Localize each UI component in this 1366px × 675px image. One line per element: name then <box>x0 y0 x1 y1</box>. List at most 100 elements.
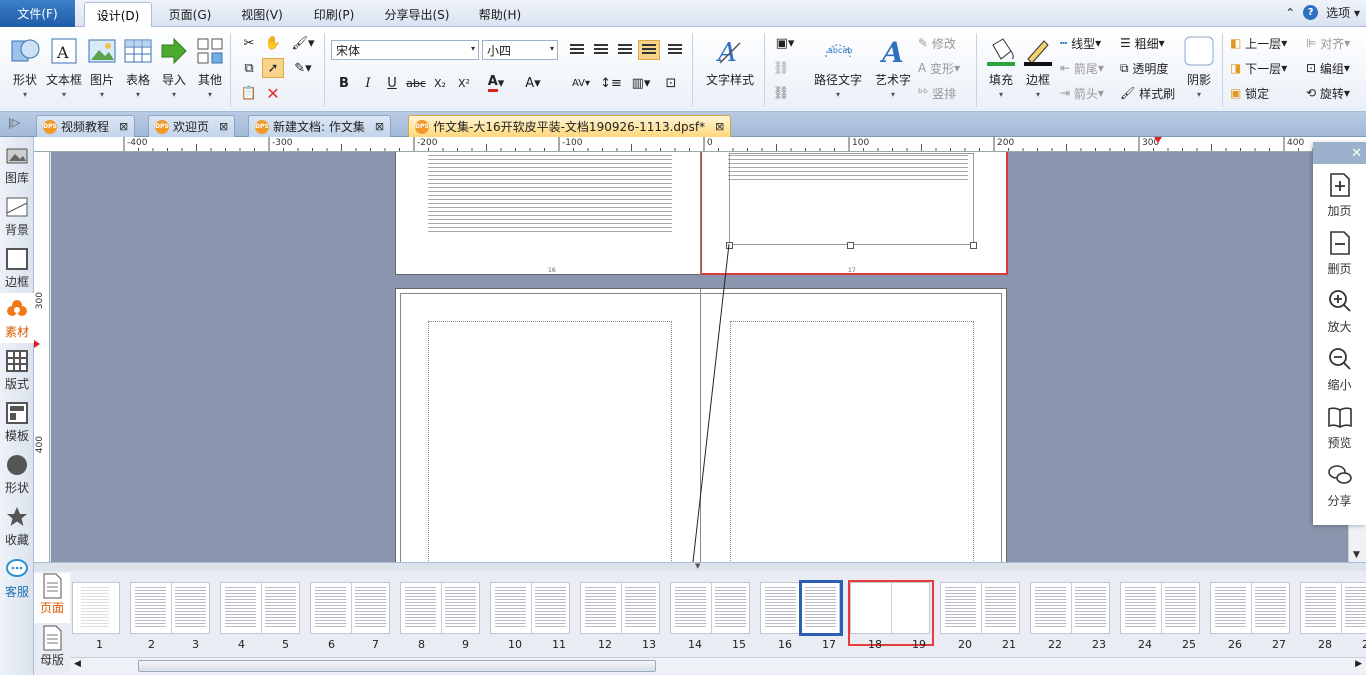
thumbnail-spread-14-15[interactable] <box>670 582 750 634</box>
text-frame-page16[interactable] <box>428 155 672 233</box>
left-border[interactable]: 边框 <box>0 243 34 293</box>
paste-icon[interactable]: 📋 <box>238 83 260 103</box>
thumbnail-spread-12-13[interactable] <box>580 582 660 634</box>
selected-text-frame[interactable] <box>729 153 974 245</box>
path-text-button[interactable]: abcab 路径文字 ▾ <box>810 31 866 109</box>
spread-16-17[interactable]: 16 17 <box>395 152 1008 275</box>
thumbnail-spread-22-23[interactable] <box>1030 582 1110 634</box>
horizontal-scrollbar[interactable]: ◀ ▶ <box>70 657 1366 673</box>
art-modify-button[interactable]: ✎ 修改 <box>918 33 956 53</box>
document-canvas[interactable]: 16 17 <box>51 152 1348 562</box>
tab-close-icon[interactable]: ⊠ <box>375 120 384 133</box>
thumbnail-spread-26-27[interactable] <box>1210 582 1290 634</box>
tab-active-document[interactable]: DPS 作文集-大16开软皮平装-文档190926-1113.dpsf* ⊠ <box>408 115 732 137</box>
thumbnail-spread-18-19[interactable] <box>848 580 934 646</box>
thumbnail-spread-4-5[interactable] <box>220 582 300 634</box>
close-panel-icon[interactable]: ✕ <box>1351 146 1362 161</box>
menu-tab-print[interactable]: 印刷(P) <box>304 2 364 27</box>
columns-button[interactable]: ▥▾ <box>626 73 656 93</box>
select-pointer-icon[interactable]: ➚ <box>262 58 284 78</box>
tab-welcome[interactable]: DPS 欢迎页 ⊠ <box>148 115 236 137</box>
rotate-button[interactable]: ⟲ 旋转 ▾ <box>1306 83 1350 103</box>
lock-button[interactable]: ▣ 锁定 <box>1230 83 1269 103</box>
send-backward-button[interactable]: ◨ 下一层 ▾ <box>1230 58 1287 78</box>
zoom-in-button[interactable]: 放大 <box>1313 280 1366 338</box>
collapse-panel-icon[interactable]: |▷ <box>8 116 20 129</box>
shape-button[interactable]: 形状 ▾ <box>6 31 44 109</box>
other-button[interactable]: 其他 ▾ <box>194 31 226 109</box>
char-spacing-button[interactable]: AV▾ <box>566 73 596 93</box>
menu-tab-view[interactable]: 视图(V) <box>232 2 292 27</box>
arrow-head-button[interactable]: ⇥ 箭头 ▾ <box>1060 83 1104 103</box>
thumbnail-spread-16-17[interactable] <box>760 580 843 636</box>
align-button[interactable]: ⊫ 对齐 ▾ <box>1306 33 1350 53</box>
fill-button[interactable]: 填充 ▾ <box>982 31 1020 109</box>
underline-button[interactable]: U <box>381 73 403 93</box>
text-style-button[interactable]: A 文字样式 <box>700 31 760 109</box>
justify-button[interactable] <box>638 40 660 60</box>
options-button[interactable]: 选项 ▾ <box>1326 4 1360 21</box>
menu-tab-design[interactable]: 设计(D) <box>84 2 152 27</box>
thumbnail-spread-8-9[interactable] <box>400 582 480 634</box>
thumbnail-spread-20-21[interactable] <box>940 582 1020 634</box>
left-customer-service[interactable]: 客服 <box>0 553 34 603</box>
splitter-handle[interactable]: ▼ <box>34 562 1366 571</box>
magic-wand-icon[interactable]: ✎▾ <box>288 58 318 78</box>
left-favorites[interactable]: 收藏 <box>0 501 34 551</box>
menu-tab-share-export[interactable]: 分享导出(S) <box>376 2 458 27</box>
strikethrough-button[interactable]: abc <box>405 73 427 93</box>
thumbnail-page-1[interactable] <box>72 582 120 634</box>
horizontal-ruler[interactable]: -400 -300 -200 -100 0 100 200 300 400 <box>34 137 1366 152</box>
collapse-ribbon-icon[interactable]: ⌃ <box>1285 6 1295 20</box>
copy-icon[interactable]: ⧉ <box>238 58 260 78</box>
format-painter-icon[interactable]: 🖌▾ <box>288 33 318 53</box>
unlink-icon[interactable]: ⛓ <box>770 83 792 103</box>
left-layout[interactable]: 版式 <box>0 345 34 395</box>
style-brush-button[interactable]: 🖌 样式刷 <box>1120 83 1175 103</box>
tab-new-doc[interactable]: DPS 新建文档: 作文集 ⊠ <box>248 115 392 137</box>
scroll-right-icon[interactable]: ▶ <box>1355 659 1362 669</box>
text-direction-button[interactable]: ⊡ <box>660 73 682 93</box>
thumbnail-spread-6-7[interactable] <box>310 582 390 634</box>
tab-close-icon[interactable]: ⊠ <box>219 120 228 133</box>
thumbnail-spread-2-3[interactable] <box>130 582 210 634</box>
delete-page-button[interactable]: 删页 <box>1313 222 1366 280</box>
resize-handle[interactable] <box>970 242 977 249</box>
spread-18-19[interactable] <box>395 288 1007 562</box>
transparency-button[interactable]: ⧉ 透明度 <box>1120 58 1168 78</box>
thumbnail-spread-28-29[interactable] <box>1300 582 1366 634</box>
art-vertical-button[interactable]: ᵇᵇ 竖排 <box>918 83 956 103</box>
align-center-button[interactable] <box>590 40 612 60</box>
scroll-left-icon[interactable]: ◀ <box>74 659 81 669</box>
add-page-button[interactable]: 加页 <box>1313 164 1366 222</box>
align-left-button[interactable] <box>566 40 588 60</box>
cut-icon[interactable]: ✂ <box>238 33 260 53</box>
left-gallery[interactable]: 图库 <box>0 139 34 189</box>
tab-video-tutorial[interactable]: DPS 视频教程 ⊠ <box>36 115 136 137</box>
superscript-button[interactable]: X² <box>453 73 475 93</box>
left-material[interactable]: 素材 <box>0 293 34 343</box>
left-background[interactable]: 背景 <box>0 191 34 241</box>
shadow-button[interactable]: 阴影 ▾ <box>1184 31 1214 109</box>
help-icon[interactable]: ? <box>1303 5 1319 20</box>
font-size-change-button[interactable]: A▾ <box>517 73 549 93</box>
tab-close-icon[interactable]: ⊠ <box>715 120 724 133</box>
font-size-select[interactable]: 小四 ▾ <box>482 40 558 60</box>
scroll-thumb[interactable] <box>138 660 656 672</box>
font-color-button[interactable]: A ▾ <box>479 73 513 93</box>
arrow-tail-button[interactable]: ⇤ 箭尾 ▾ <box>1060 58 1104 78</box>
master-tab[interactable]: 母版 <box>34 625 70 673</box>
text-frame-page19[interactable] <box>730 321 974 562</box>
resize-handle[interactable] <box>726 242 733 249</box>
import-button[interactable]: 导入 ▾ <box>158 31 190 109</box>
pages-tab[interactable]: 页面 <box>34 573 70 623</box>
menu-tab-help[interactable]: 帮助(H) <box>470 2 530 27</box>
thumbnail-spread-10-11[interactable] <box>490 582 570 634</box>
left-shape[interactable]: 形状 <box>0 449 34 499</box>
picture-button[interactable]: 图片 ▾ <box>86 31 118 109</box>
art-text-button[interactable]: A 艺术字 ▾ <box>870 31 916 109</box>
menu-tab-page[interactable]: 页面(G) <box>160 2 220 27</box>
align-right-button[interactable] <box>614 40 636 60</box>
line-spacing-button[interactable]: ↕≡ <box>598 73 624 93</box>
subscript-button[interactable]: X₂ <box>429 73 451 93</box>
